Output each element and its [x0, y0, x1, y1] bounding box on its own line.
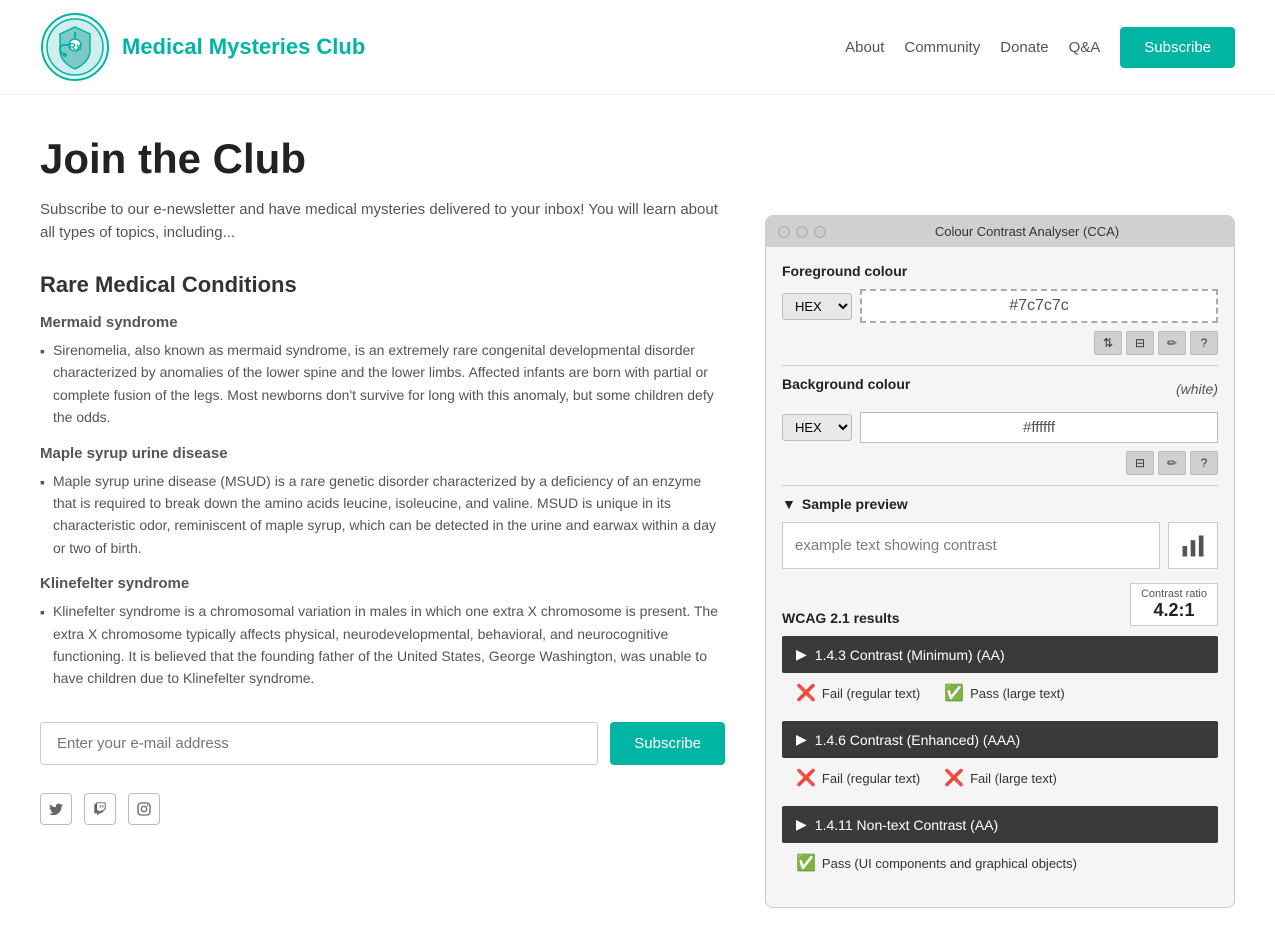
wcag-play-146: ▶	[796, 731, 807, 748]
page-title: Join the Club	[40, 135, 725, 183]
fg-eyedropper-button[interactable]: ✏	[1158, 331, 1186, 355]
fg-format-select[interactable]: HEX	[782, 293, 852, 320]
contrast-ratio-label: Contrast ratio	[1141, 588, 1207, 600]
condition-title-msud: Maple syrup urine disease	[40, 445, 725, 462]
instagram-icon[interactable]	[128, 793, 160, 825]
wcag-item-label-1411: 1.4.11 Non-text Contrast (AA)	[815, 817, 998, 833]
bg-eyedropper-button[interactable]: ✏	[1158, 451, 1186, 475]
wcag-item-label-143: 1.4.3 Contrast (Minimum) (AA)	[815, 647, 1005, 663]
social-icons	[40, 793, 725, 825]
fg-label: Foreground colour	[782, 263, 1218, 279]
fg-value-input[interactable]	[860, 289, 1218, 323]
cca-panel: Colour Contrast Analyser (CCA) Foregroun…	[765, 215, 1235, 908]
twitch-icon[interactable]	[84, 793, 116, 825]
cca-preview-row: example text showing contrast	[782, 522, 1218, 569]
wcag-header-row: WCAG 2.1 results Contrast ratio 4.2:1	[782, 583, 1218, 626]
pass-icon-143-1: ✅	[944, 683, 964, 703]
intro-text: Subscribe to our e-newsletter and have m…	[40, 199, 725, 244]
fg-swap-button[interactable]: ⇅	[1094, 331, 1122, 355]
traffic-light-minimize[interactable]	[796, 226, 808, 238]
logo-area: Rx Medical Mysteries Club	[40, 12, 365, 82]
pass-icon-1411-0: ✅	[796, 853, 816, 873]
wcag-result-146-1: ❌ Fail (large text)	[944, 768, 1057, 788]
nav-donate[interactable]: Donate	[1000, 39, 1048, 56]
fg-row: HEX	[782, 289, 1218, 323]
wcag-result-row-146: ❌ Fail (regular text) ❌ Fail (large text…	[782, 760, 1218, 800]
fg-toolbar: ⇅ ⊟ ✏ ?	[782, 331, 1218, 355]
wcag-result-text-143-0: Fail (regular text)	[822, 686, 920, 701]
twitter-icon[interactable]	[40, 793, 72, 825]
section-title: Rare Medical Conditions	[40, 272, 725, 298]
condition-desc-klinefelter: Klinefelter syndrome is a chromosomal va…	[40, 600, 725, 690]
contrast-ratio-box: Contrast ratio 4.2:1	[1130, 583, 1218, 626]
fail-icon-143-0: ❌	[796, 683, 816, 703]
bg-label-row: Background colour (white)	[782, 376, 1218, 402]
condition-title-mermaid: Mermaid syndrome	[40, 314, 725, 331]
left-content: Join the Club Subscribe to our e-newslet…	[40, 135, 725, 908]
main-layout: Join the Club Subscribe to our e-newslet…	[0, 95, 1275, 948]
wcag-result-text-1411-0: Pass (UI components and graphical object…	[822, 856, 1077, 871]
cca-body: Foreground colour HEX ⇅ ⊟ ✏ ? Background…	[766, 247, 1234, 907]
bg-label: Background colour	[782, 376, 910, 392]
wcag-result-text-146-1: Fail (large text)	[970, 771, 1057, 786]
wcag-result-146-0: ❌ Fail (regular text)	[796, 768, 920, 788]
svg-text:Rx: Rx	[69, 42, 82, 53]
wcag-result-text-146-0: Fail (regular text)	[822, 771, 920, 786]
main-nav: About Community Donate Q&A Subscribe	[845, 27, 1235, 68]
condition-title-klinefelter: Klinefelter syndrome	[40, 575, 725, 592]
bg-format-select[interactable]: HEX	[782, 414, 852, 441]
sample-preview-label: Sample preview	[802, 496, 908, 512]
condition-desc-msud: Maple syrup urine disease (MSUD) is a ra…	[40, 470, 725, 560]
fg-divider	[782, 365, 1218, 366]
wcag-result-143-0: ❌ Fail (regular text)	[796, 683, 920, 703]
traffic-light-close[interactable]	[778, 226, 790, 238]
header: Rx Medical Mysteries Club About Communit…	[0, 0, 1275, 95]
contrast-ratio-value: 4.2:1	[1141, 600, 1207, 621]
wcag-result-143-1: ✅ Pass (large text)	[944, 683, 1065, 703]
main-subscribe-button[interactable]: Subscribe	[610, 722, 725, 765]
bg-white-label: (white)	[1176, 381, 1218, 397]
bg-divider	[782, 485, 1218, 486]
condition-klinefelter: Klinefelter syndrome Klinefelter syndrom…	[40, 575, 725, 690]
bg-toolbar: ⊟ ✏ ?	[782, 451, 1218, 475]
logo-text: Medical Mysteries Club	[122, 34, 365, 60]
wcag-result-text-143-1: Pass (large text)	[970, 686, 1065, 701]
wcag-result-row-1411: ✅ Pass (UI components and graphical obje…	[782, 845, 1218, 885]
condition-msud: Maple syrup urine disease Maple syrup ur…	[40, 445, 725, 560]
cca-chart-button[interactable]	[1168, 522, 1218, 569]
wcag-play-143: ▶	[796, 646, 807, 663]
bg-help-button[interactable]: ?	[1190, 451, 1218, 475]
wcag-result-row-143: ❌ Fail (regular text) ✅ Pass (large text…	[782, 675, 1218, 715]
wcag-title: WCAG 2.1 results	[782, 610, 899, 626]
email-input[interactable]	[40, 722, 598, 765]
fg-help-button[interactable]: ?	[1190, 331, 1218, 355]
wcag-item-label-146: 1.4.6 Contrast (Enhanced) (AAA)	[815, 732, 1020, 748]
nav-community[interactable]: Community	[904, 39, 980, 56]
logo-icon: Rx	[40, 12, 110, 82]
nav-qa[interactable]: Q&A	[1069, 39, 1101, 56]
cca-example-text: example text showing contrast	[782, 522, 1160, 569]
fg-sliders-button[interactable]: ⊟	[1126, 331, 1154, 355]
nav-about[interactable]: About	[845, 39, 884, 56]
sample-preview-triangle: ▼	[782, 496, 796, 512]
header-subscribe-button[interactable]: Subscribe	[1120, 27, 1235, 68]
cca-title: Colour Contrast Analyser (CCA)	[832, 224, 1222, 239]
wcag-item-143[interactable]: ▶ 1.4.3 Contrast (Minimum) (AA)	[782, 636, 1218, 673]
wcag-item-146[interactable]: ▶ 1.4.6 Contrast (Enhanced) (AAA)	[782, 721, 1218, 758]
condition-desc-mermaid: Sirenomelia, also known as mermaid syndr…	[40, 339, 725, 429]
email-row: Subscribe	[40, 722, 725, 765]
bg-row: HEX	[782, 412, 1218, 443]
bg-value-input[interactable]	[860, 412, 1218, 443]
fail-icon-146-1: ❌	[944, 768, 964, 788]
condition-mermaid: Mermaid syndrome Sirenomelia, also known…	[40, 314, 725, 429]
bg-sliders-button[interactable]: ⊟	[1126, 451, 1154, 475]
fail-icon-146-0: ❌	[796, 768, 816, 788]
wcag-play-1411: ▶	[796, 816, 807, 833]
traffic-light-maximize[interactable]	[814, 226, 826, 238]
cca-titlebar: Colour Contrast Analyser (CCA)	[766, 216, 1234, 247]
wcag-result-1411-0: ✅ Pass (UI components and graphical obje…	[796, 853, 1077, 873]
sample-preview-section: ▼ Sample preview	[782, 496, 1218, 512]
wcag-item-1411[interactable]: ▶ 1.4.11 Non-text Contrast (AA)	[782, 806, 1218, 843]
